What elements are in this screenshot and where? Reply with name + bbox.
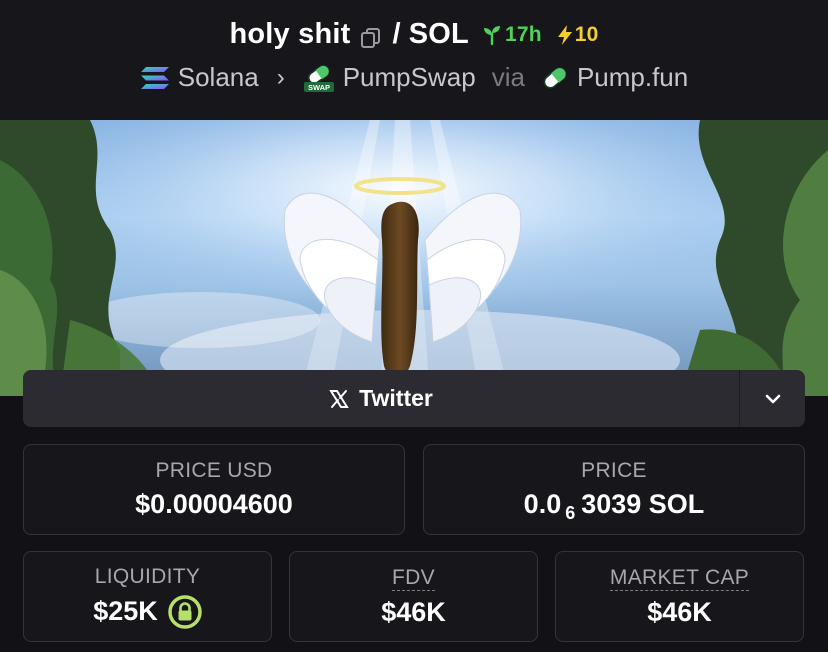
token-name: holy shit xyxy=(229,18,351,50)
breadcrumb-dex[interactable]: SWAP PumpSwap xyxy=(303,62,476,93)
twitter-button[interactable]: Twitter xyxy=(23,370,739,427)
pair-age-badge: 17h xyxy=(481,23,542,47)
more-links-dropdown[interactable] xyxy=(739,370,805,427)
twitter-button-label: Twitter xyxy=(359,385,433,411)
svg-text:SWAP: SWAP xyxy=(308,83,330,92)
breadcrumb: Solana › SWAP PumpSwap via Pump.fun xyxy=(0,62,828,93)
breadcrumb-launchpad[interactable]: Pump.fun xyxy=(541,62,688,93)
seedling-icon xyxy=(483,25,500,45)
via-label: via xyxy=(491,62,525,92)
lightning-icon xyxy=(557,24,572,45)
price-native-suffix: 3039 SOL xyxy=(581,489,705,519)
fdv-value: $46K xyxy=(381,596,446,627)
price-usd-label: PRICE USD xyxy=(155,459,273,482)
liquidity-label: LIQUIDITY xyxy=(94,564,201,588)
pair-age-text: 17h xyxy=(504,22,542,46)
market-cap-card: MARKET CAP $46K xyxy=(555,551,804,642)
pill-icon xyxy=(543,66,567,89)
liquidity-value-row: $25K xyxy=(93,594,202,629)
breadcrumb-dex-label: PumpSwap xyxy=(342,62,476,92)
fdv-label[interactable]: FDV xyxy=(392,566,435,591)
liquidity-card: LIQUIDITY $25K xyxy=(23,551,272,642)
breadcrumb-chain-label: Solana xyxy=(177,62,259,92)
boost-count: 10 xyxy=(574,22,599,46)
price-usd-value: $0.00004600 xyxy=(135,489,293,519)
chevron-down-icon xyxy=(765,394,780,403)
breadcrumb-chain[interactable]: Solana xyxy=(140,62,259,93)
x-logo-icon xyxy=(329,389,349,408)
fdv-card: FDV $46K xyxy=(289,551,538,642)
pair-separator: / xyxy=(392,18,401,50)
pair-header: holy shit / SOL 17h 10 Solana › SWAP Pum… xyxy=(0,0,828,120)
lock-icon[interactable] xyxy=(168,594,202,629)
pair-title-row: holy shit / SOL 17h 10 xyxy=(0,18,828,51)
price-native-zero-count: 6 xyxy=(565,503,576,523)
solana-icon xyxy=(140,66,169,89)
price-native-card: PRICE 0.0 6 3039 SOL xyxy=(423,444,805,535)
price-native-label: PRICE xyxy=(581,459,647,482)
chevron-right-icon: › xyxy=(276,63,285,91)
price-native-prefix: 0.0 xyxy=(523,489,562,519)
market-cap-value: $46K xyxy=(647,596,712,627)
copy-icon[interactable] xyxy=(360,24,382,48)
price-native-value: 0.0 6 3039 SOL xyxy=(523,489,705,523)
quote-token: SOL xyxy=(408,18,469,50)
price-usd-card: PRICE USD $0.00004600 xyxy=(23,444,405,535)
breadcrumb-launchpad-label: Pump.fun xyxy=(576,62,689,92)
boost-badge[interactable]: 10 xyxy=(556,23,599,47)
social-links-bar: Twitter xyxy=(23,370,805,427)
liquidity-value: $25K xyxy=(93,596,158,626)
market-cap-label[interactable]: MARKET CAP xyxy=(609,566,750,591)
pumpswap-icon: SWAP xyxy=(303,64,334,92)
token-banner-image xyxy=(0,120,828,396)
